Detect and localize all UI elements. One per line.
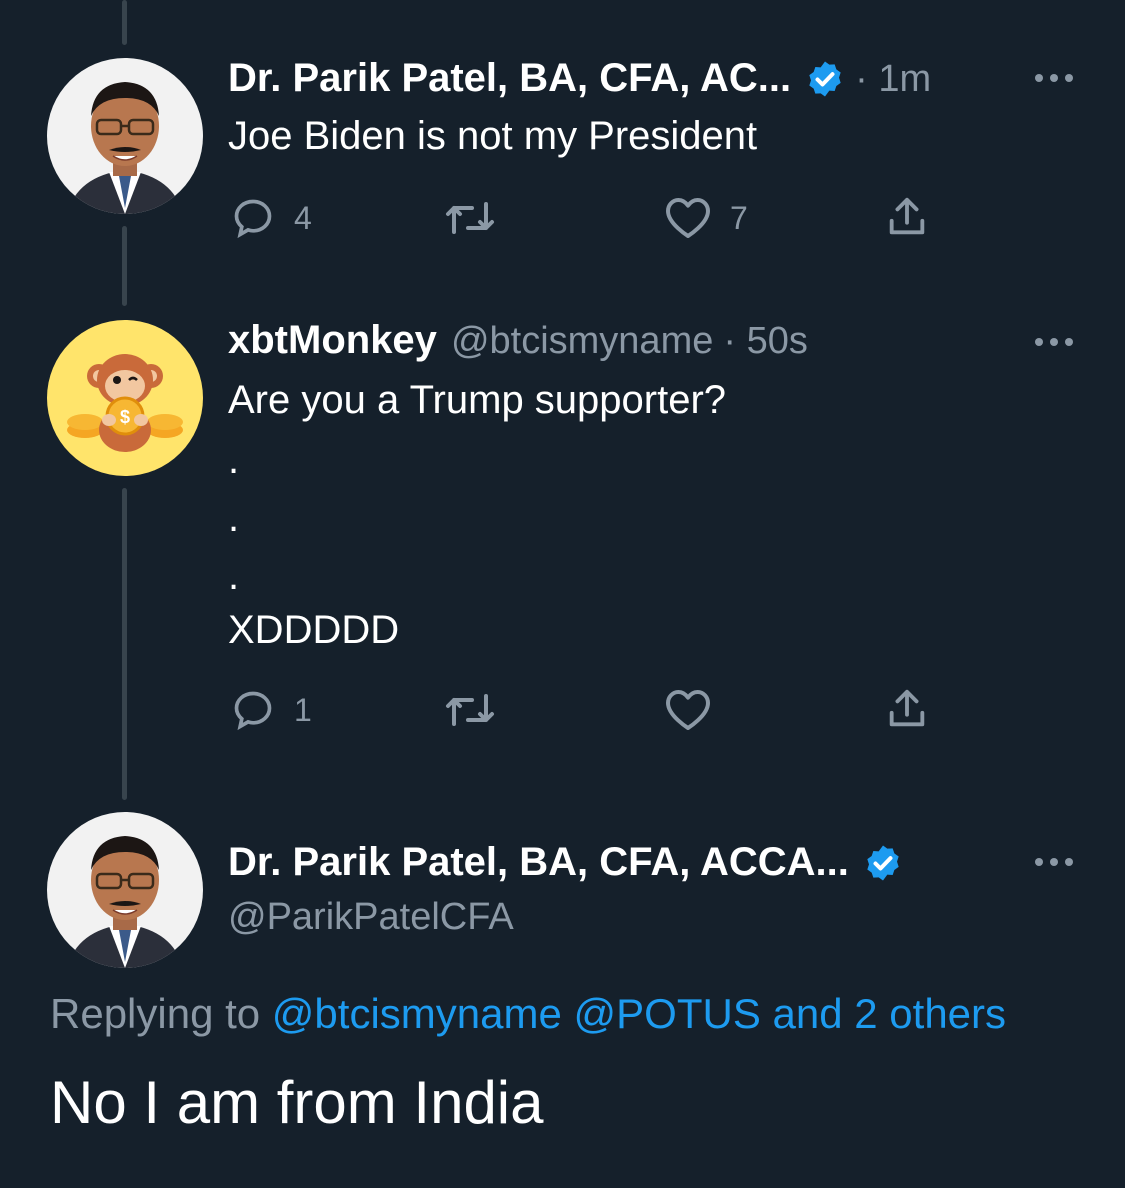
reply-button[interactable]: 1 bbox=[230, 688, 312, 732]
tweet2-author-name[interactable]: xbtMonkey bbox=[228, 318, 437, 363]
tweet1-header: Dr. Parik Patel, BA, CFA, AC... · 1m bbox=[228, 56, 931, 101]
tweet2-header: xbtMonkey @btcismyname · 50s bbox=[228, 318, 808, 363]
mention-link-others[interactable]: and 2 others bbox=[773, 990, 1007, 1037]
tweet2-text-last: XDDDDD bbox=[228, 608, 400, 652]
share-icon bbox=[889, 197, 925, 235]
tweet1-text: Joe Biden is not my President bbox=[228, 114, 758, 158]
like-count: 7 bbox=[730, 199, 748, 236]
share-icon bbox=[889, 689, 925, 727]
tweet1-timestamp[interactable]: · 1m bbox=[855, 58, 931, 101]
replying-to-line: Replying to @btcismyname @POTUS and 2 ot… bbox=[50, 990, 1006, 1038]
tweet1-author-name[interactable]: Dr. Parik Patel, BA, CFA, AC... bbox=[228, 56, 791, 101]
avatar-parik-2[interactable] bbox=[47, 812, 203, 968]
like-icon bbox=[666, 198, 710, 238]
tweet2-author-handle[interactable]: @btcismyname bbox=[451, 320, 713, 363]
tweet2-dot-3: . bbox=[228, 554, 240, 598]
more-options-icon[interactable] bbox=[1035, 74, 1073, 82]
share-button[interactable] bbox=[884, 194, 930, 240]
tweet3-text: No I am from India bbox=[50, 1069, 544, 1136]
thread-line-1 bbox=[122, 226, 127, 306]
reply-count: 4 bbox=[294, 199, 312, 236]
tweet3-author-name[interactable]: Dr. Parik Patel, BA, CFA, ACCA... bbox=[228, 840, 849, 885]
replying-to-label: Replying to bbox=[50, 990, 261, 1037]
avatar-parik-1[interactable] bbox=[47, 58, 203, 214]
like-button[interactable] bbox=[664, 688, 730, 732]
avatar-xbtmonkey[interactable]: $ bbox=[47, 320, 203, 476]
reply-icon bbox=[234, 691, 272, 731]
reply-count: 1 bbox=[294, 691, 312, 728]
tweet2-dot-2: . bbox=[228, 496, 240, 540]
thread-line-top bbox=[122, 0, 127, 45]
tweet3-author-handle[interactable]: @ParikPatelCFA bbox=[228, 896, 514, 939]
more-options-icon[interactable] bbox=[1035, 338, 1073, 346]
tweet2-dot-1: . bbox=[228, 438, 240, 482]
tweet2-timestamp[interactable]: · 50s bbox=[723, 320, 807, 363]
tweet3-header: Dr. Parik Patel, BA, CFA, ACCA... bbox=[228, 840, 903, 885]
svg-text:$: $ bbox=[120, 407, 130, 427]
like-icon bbox=[666, 690, 710, 730]
thread-line-2 bbox=[122, 488, 127, 800]
retweet-button[interactable] bbox=[442, 688, 516, 732]
tweet3-handle-row: @ParikPatelCFA bbox=[228, 896, 514, 939]
retweet-icon bbox=[446, 694, 494, 726]
like-button[interactable]: 7 bbox=[664, 196, 748, 240]
reply-button[interactable]: 4 bbox=[230, 196, 312, 240]
mention-link-btcismyname[interactable]: @btcismyname bbox=[272, 990, 562, 1037]
reply-icon bbox=[234, 199, 272, 239]
retweet-button[interactable] bbox=[442, 196, 516, 240]
verified-badge-icon bbox=[805, 59, 845, 99]
retweet-icon bbox=[446, 202, 494, 234]
tweet2-text-line1: Are you a Trump supporter? bbox=[228, 378, 727, 422]
verified-badge-icon bbox=[863, 843, 903, 883]
more-options-icon[interactable] bbox=[1035, 858, 1073, 866]
mention-link-potus[interactable]: @POTUS bbox=[574, 990, 761, 1037]
share-button[interactable] bbox=[884, 686, 930, 732]
